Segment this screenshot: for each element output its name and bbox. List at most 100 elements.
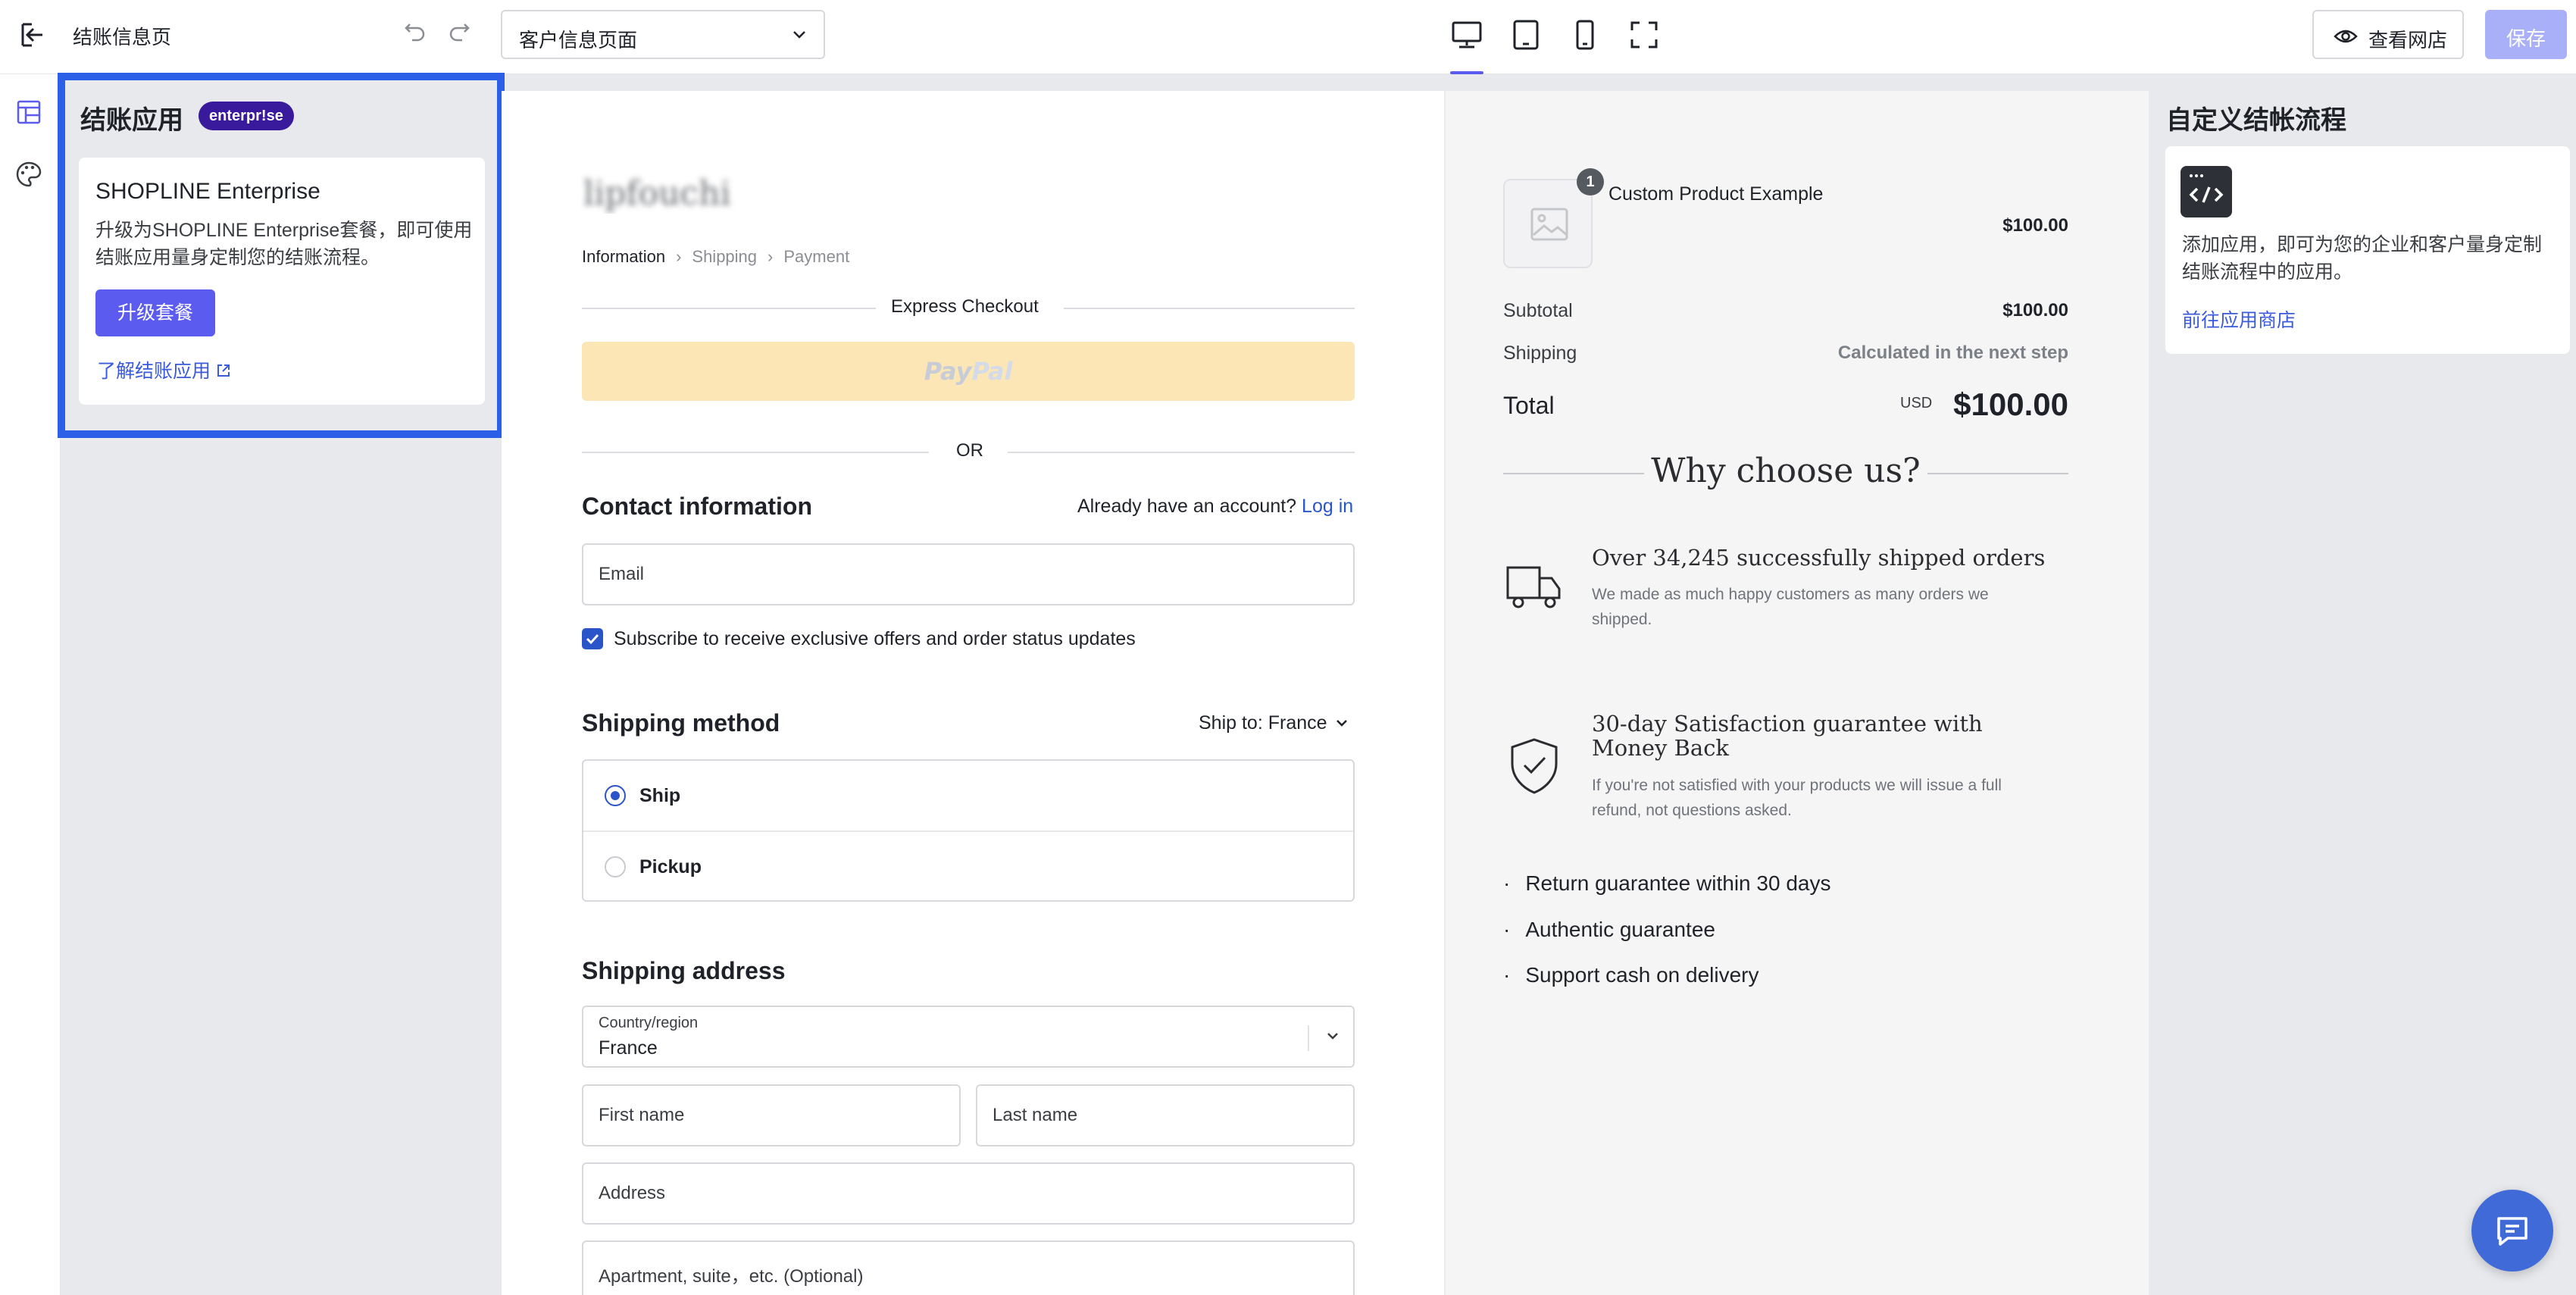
custom-checkout-card: 添加应用，即可为您的企业和客户量身定制结账流程中的应用。 前往应用商店 <box>2165 146 2570 354</box>
tablet-view-button[interactable] <box>1508 17 1544 53</box>
express-checkout-divider: Express Checkout <box>582 296 1355 319</box>
address-placeholder: Address <box>599 1183 666 1203</box>
exit-icon[interactable] <box>17 20 47 50</box>
fullscreen-button[interactable] <box>1626 17 1662 53</box>
ship-option[interactable]: Ship <box>583 761 1353 830</box>
shipping-value: Calculated in the next step <box>1837 343 2068 363</box>
ship-to-selector[interactable]: Ship to: France <box>1199 712 1349 734</box>
contact-title: Contact information <box>582 493 812 520</box>
shield-check-icon <box>1511 738 1558 794</box>
or-divider: OR <box>582 440 1355 463</box>
top-bar: 结账信息页 客户信息页面 查看网店 保存 <box>0 0 2576 74</box>
tablet-icon <box>1513 20 1539 50</box>
view-store-button[interactable]: 查看网店 <box>2312 10 2464 59</box>
or-label: OR <box>956 440 983 461</box>
apartment-field[interactable]: Apartment, suite，etc. (Optional) <box>582 1240 1355 1295</box>
custom-checkout-desc: 添加应用，即可为您的企业和客户量身定制结账流程中的应用。 <box>2182 234 2543 283</box>
pickup-option[interactable]: Pickup <box>583 830 1353 900</box>
undo-icon[interactable] <box>403 20 427 44</box>
paypal-logo: PayPal <box>924 357 1013 386</box>
page-select[interactable]: 客户信息页面 <box>501 10 825 59</box>
ship-option-label: Ship <box>639 785 681 806</box>
pickup-option-label: Pickup <box>639 856 702 877</box>
express-checkout-label: Express Checkout <box>891 296 1039 317</box>
product-thumbnail <box>1503 179 1593 268</box>
breadcrumb-information[interactable]: Information <box>582 247 665 266</box>
feature-title-shipped: Over 34,245 successfully shipped orders <box>1592 545 2046 571</box>
email-field[interactable]: Email <box>582 543 1355 605</box>
shipping-address-title: Shipping address <box>582 957 786 984</box>
why-title: Why choose us? <box>1651 452 1921 490</box>
delivery-truck-icon <box>1506 566 1561 608</box>
code-icon <box>2181 166 2232 217</box>
ship-to-value: France <box>1268 712 1327 734</box>
app-store-link[interactable]: 前往应用商店 <box>2182 305 2296 333</box>
account-prompt-text: Already have an account? <box>1077 496 1297 517</box>
view-store-label: 查看网店 <box>2368 29 2448 52</box>
apartment-placeholder: Apartment, suite，etc. (Optional) <box>599 1266 864 1287</box>
bullet-cod: · Support cash on delivery <box>1503 963 1759 987</box>
total-value: $100.00 <box>1953 386 2068 422</box>
mobile-icon <box>1576 20 1594 50</box>
svg-text:lipfouchi: lipfouchi <box>583 174 730 213</box>
left-rail <box>0 74 61 1295</box>
chevron-down-icon <box>1336 720 1347 727</box>
account-prompt: Already have an account? Log in <box>1077 496 1353 518</box>
first-name-field[interactable]: First name <box>582 1084 961 1146</box>
chevron-down-icon <box>1327 1033 1338 1040</box>
check-icon <box>586 633 599 645</box>
subtotal-value: $100.00 <box>2002 300 2068 321</box>
order-summary <box>1444 91 2149 1295</box>
image-placeholder-icon <box>1530 208 1568 241</box>
palette-icon[interactable] <box>14 159 44 189</box>
mobile-view-button[interactable] <box>1567 17 1603 53</box>
subtotal-label: Subtotal <box>1503 300 1573 321</box>
eye-icon <box>2334 30 2358 43</box>
chat-icon <box>2497 1217 2528 1246</box>
ship-to-label: Ship to: <box>1199 712 1263 734</box>
ship-radio[interactable] <box>605 785 626 806</box>
page-title: 结账信息页 <box>73 26 172 48</box>
feature-title-guarantee: 30-day Satisfaction guarantee with Money… <box>1592 711 1983 761</box>
page-select-value: 客户信息页面 <box>519 29 638 52</box>
breadcrumb: Information › Shipping › Payment <box>582 247 850 266</box>
bullet-return: · Return guarantee within 30 days <box>1503 871 1831 895</box>
subscribe-checkbox[interactable] <box>582 628 603 649</box>
last-name-field[interactable]: Last name <box>976 1084 1355 1146</box>
country-select[interactable]: Country/region France <box>582 1006 1355 1068</box>
shipping-method-title: Shipping method <box>582 709 780 737</box>
total-label: Total <box>1503 392 1555 419</box>
first-name-placeholder: First name <box>599 1105 685 1125</box>
country-value: France <box>599 1037 658 1059</box>
desktop-view-button[interactable] <box>1449 17 1485 74</box>
country-label: Country/region <box>599 1015 699 1031</box>
product-name: Custom Product Example <box>1608 183 1824 205</box>
layout-icon[interactable] <box>14 97 44 127</box>
redo-icon[interactable] <box>447 20 471 44</box>
breadcrumb-shipping[interactable]: Shipping <box>692 247 757 266</box>
save-label: 保存 <box>2506 27 2546 50</box>
feature-desc-shipped: We made as much happy customers as many … <box>1592 586 1989 628</box>
paypal-button[interactable]: PayPal <box>582 342 1355 401</box>
chevron-down-icon <box>793 31 805 39</box>
chat-button[interactable] <box>2471 1190 2553 1272</box>
login-link[interactable]: Log in <box>1302 496 1353 517</box>
email-placeholder: Email <box>599 564 645 584</box>
breadcrumb-payment[interactable]: Payment <box>783 247 849 266</box>
pickup-radio[interactable] <box>605 856 626 877</box>
highlight-outline <box>58 73 505 438</box>
desktop-icon <box>1452 21 1482 48</box>
feature-desc-guarantee: If you're not satisfied with your produc… <box>1592 777 2002 819</box>
quantity-badge: 1 <box>1577 168 1604 196</box>
bullet-authentic: · Authentic guarantee <box>1503 918 1715 941</box>
store-logo: lipfouchi <box>583 174 730 213</box>
address-field[interactable]: Address <box>582 1162 1355 1225</box>
product-price: $100.00 <box>2002 215 2068 236</box>
custom-checkout-title: 自定义结帐流程 <box>2166 106 2346 135</box>
last-name-placeholder: Last name <box>993 1105 1078 1125</box>
why-choose-us-heading: Why choose us? <box>1503 452 2068 497</box>
save-button[interactable]: 保存 <box>2485 10 2567 59</box>
shipping-label: Shipping <box>1503 343 1577 364</box>
currency-code: USD <box>1900 395 1933 411</box>
fullscreen-icon <box>1630 21 1658 48</box>
